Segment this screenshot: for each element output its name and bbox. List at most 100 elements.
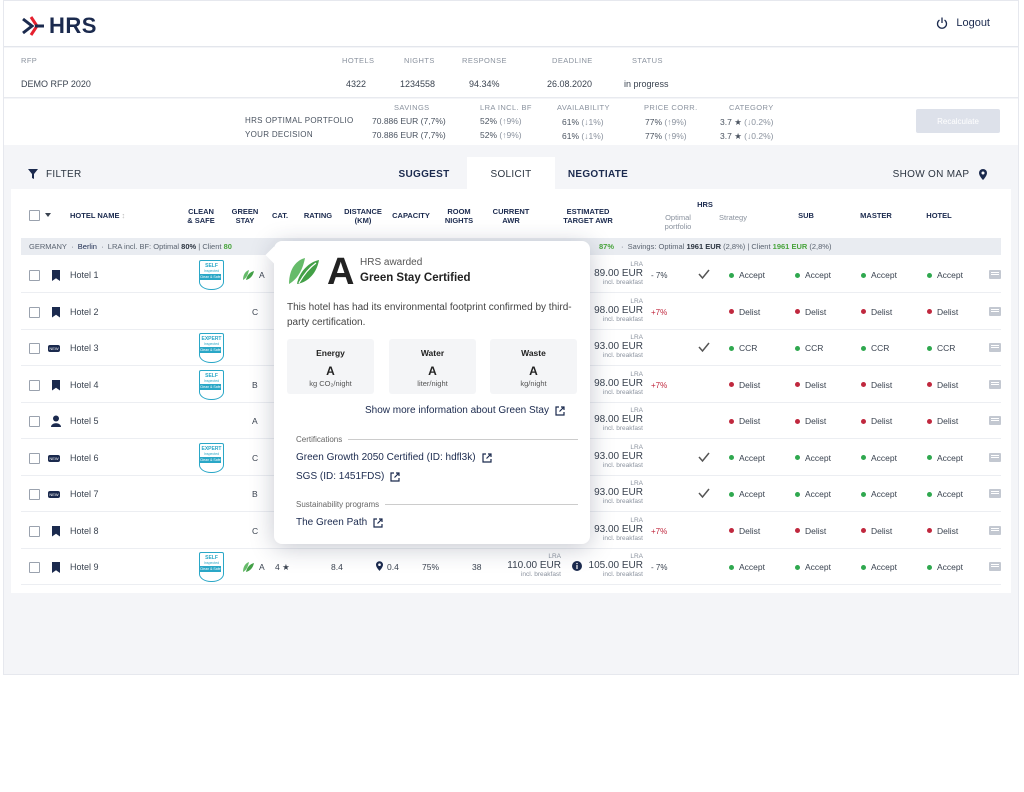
hotel-name[interactable]: Hotel 7 [70, 489, 99, 499]
col-cat[interactable]: CAT. [266, 211, 294, 220]
col-green-stay[interactable]: GREEN STAY [225, 207, 265, 225]
bookmark-icon[interactable] [52, 562, 60, 573]
status-master[interactable]: Delist [861, 416, 892, 426]
recalculate-button[interactable]: Recalculate [916, 109, 1000, 133]
status-strategy[interactable]: CCR [729, 343, 757, 353]
status-strategy[interactable]: Delist [729, 416, 760, 426]
row-checkbox[interactable] [29, 270, 40, 281]
status-strategy[interactable]: Accept [729, 562, 765, 572]
status-hotel[interactable]: Accept [927, 453, 963, 463]
col-sub[interactable]: SUB [791, 211, 821, 220]
comment-icon[interactable] [989, 379, 1001, 389]
col-clean-safe[interactable]: CLEAN & SAFE [181, 207, 221, 225]
status-strategy[interactable]: Accept [729, 270, 765, 280]
show-on-map-button[interactable]: SHOW ON MAP [884, 157, 996, 191]
status-master[interactable]: Accept [861, 270, 897, 280]
hotel-name[interactable]: Hotel 2 [70, 307, 99, 317]
hotel-name[interactable]: Hotel 3 [70, 343, 99, 353]
status-hotel[interactable]: Accept [927, 562, 963, 572]
row-checkbox[interactable] [29, 452, 40, 464]
col-master[interactable]: MASTER [851, 211, 901, 220]
comment-icon[interactable] [989, 306, 1001, 316]
status-hotel[interactable]: Delist [927, 307, 958, 317]
status-sub[interactable]: Accept [795, 453, 831, 463]
row-checkbox[interactable] [29, 343, 40, 354]
comment-icon[interactable] [989, 343, 1001, 352]
col-estimated-target-awr[interactable]: ESTIMATED TARGET AWR [556, 207, 620, 225]
hotel-name[interactable]: Hotel 5 [70, 416, 99, 426]
table-row[interactable]: Hotel 9 Clean & Safe SELF Inspected A 4 ★ 8.4 0… [21, 549, 1001, 585]
status-sub[interactable]: Delist [795, 380, 826, 390]
certification-link-sgs[interactable]: SGS (ID: 1451FDS) [296, 471, 400, 482]
comment-icon[interactable] [989, 489, 1001, 498]
more-info-link[interactable]: Show more information about Green Stay [365, 405, 565, 416]
bookmark-icon[interactable] [52, 270, 60, 281]
chevron-down-icon[interactable] [45, 213, 51, 217]
col-distance[interactable]: DISTANCE (KM) [342, 207, 384, 225]
tab-suggest[interactable]: SUGGEST [393, 157, 455, 191]
status-master[interactable]: CCR [861, 343, 889, 353]
col-strategy[interactable]: Strategy [709, 213, 757, 222]
hotel-name[interactable]: Hotel 6 [70, 453, 99, 463]
row-checkbox[interactable] [29, 562, 40, 573]
comment-icon[interactable] [989, 270, 1001, 279]
col-room-nights[interactable]: ROOM NIGHTS [439, 207, 479, 225]
row-checkbox[interactable] [29, 379, 40, 391]
col-hotel[interactable]: HOTEL [921, 211, 957, 220]
status-strategy[interactable]: Accept [729, 489, 765, 499]
status-sub[interactable]: Delist [795, 307, 826, 317]
status-hotel[interactable]: Delist [927, 416, 958, 426]
status-strategy[interactable]: Accept [729, 453, 765, 463]
status-strategy[interactable]: Delist [729, 307, 760, 317]
bookmark-icon[interactable] [52, 306, 60, 318]
row-checkbox[interactable] [29, 525, 40, 537]
col-hotel-name[interactable]: HOTEL NAME ↕ [70, 211, 125, 220]
program-link-green-path[interactable]: The Green Path [296, 517, 383, 528]
col-optimal-portfolio[interactable]: Optimal portfolio [653, 213, 703, 231]
hotel-name[interactable]: Hotel 4 [70, 380, 99, 390]
status-hotel[interactable]: CCR [927, 343, 955, 353]
hotel-name[interactable]: Hotel 1 [70, 270, 99, 280]
row-checkbox[interactable] [29, 306, 40, 318]
status-master[interactable]: Accept [861, 562, 897, 572]
logout-button[interactable]: Logout [936, 17, 990, 29]
comment-icon[interactable] [989, 452, 1001, 462]
hrs-logo[interactable]: HRS [21, 13, 97, 39]
status-sub[interactable]: Delist [795, 526, 826, 536]
row-checkbox[interactable] [29, 416, 40, 427]
status-master[interactable]: Accept [861, 489, 897, 499]
certification-link-green-growth[interactable]: Green Growth 2050 Certified (ID: hdfl3k) [296, 452, 492, 463]
status-master[interactable]: Accept [861, 453, 897, 463]
bookmark-icon[interactable] [52, 525, 60, 537]
status-master[interactable]: Delist [861, 380, 892, 390]
hotel-name[interactable]: Hotel 9 [70, 562, 99, 572]
hotel-name[interactable]: Hotel 8 [70, 526, 99, 536]
filter-button[interactable]: FILTER [28, 157, 108, 191]
status-sub[interactable]: CCR [795, 343, 823, 353]
comment-icon[interactable] [989, 562, 1001, 571]
comment-icon[interactable] [989, 525, 1001, 535]
status-master[interactable]: Delist [861, 526, 892, 536]
col-current-awr[interactable]: CURRENT AWR [486, 207, 536, 225]
status-strategy[interactable]: Delist [729, 526, 760, 536]
col-rating[interactable]: RATING [300, 211, 336, 220]
bookmark-icon[interactable] [52, 379, 60, 391]
green-stay-leaf-icon[interactable] [242, 269, 255, 281]
tab-solicit[interactable]: SOLICIT [467, 157, 555, 191]
col-capacity[interactable]: CAPACITY [389, 211, 433, 220]
status-hotel[interactable]: Delist [927, 526, 958, 536]
status-strategy[interactable]: Delist [729, 380, 760, 390]
status-hotel[interactable]: Accept [927, 270, 963, 280]
green-stay-leaf-icon[interactable] [242, 561, 255, 573]
status-hotel[interactable]: Accept [927, 489, 963, 499]
status-sub[interactable]: Accept [795, 270, 831, 280]
status-sub[interactable]: Delist [795, 416, 826, 426]
status-hotel[interactable]: Delist [927, 380, 958, 390]
status-master[interactable]: Delist [861, 307, 892, 317]
map-pin-icon[interactable] [376, 561, 383, 571]
row-checkbox[interactable] [29, 489, 40, 500]
tab-negotiate[interactable]: NEGOTIATE [562, 157, 634, 191]
status-sub[interactable]: Accept [795, 562, 831, 572]
status-sub[interactable]: Accept [795, 489, 831, 499]
select-all-checkbox[interactable] [29, 210, 40, 221]
